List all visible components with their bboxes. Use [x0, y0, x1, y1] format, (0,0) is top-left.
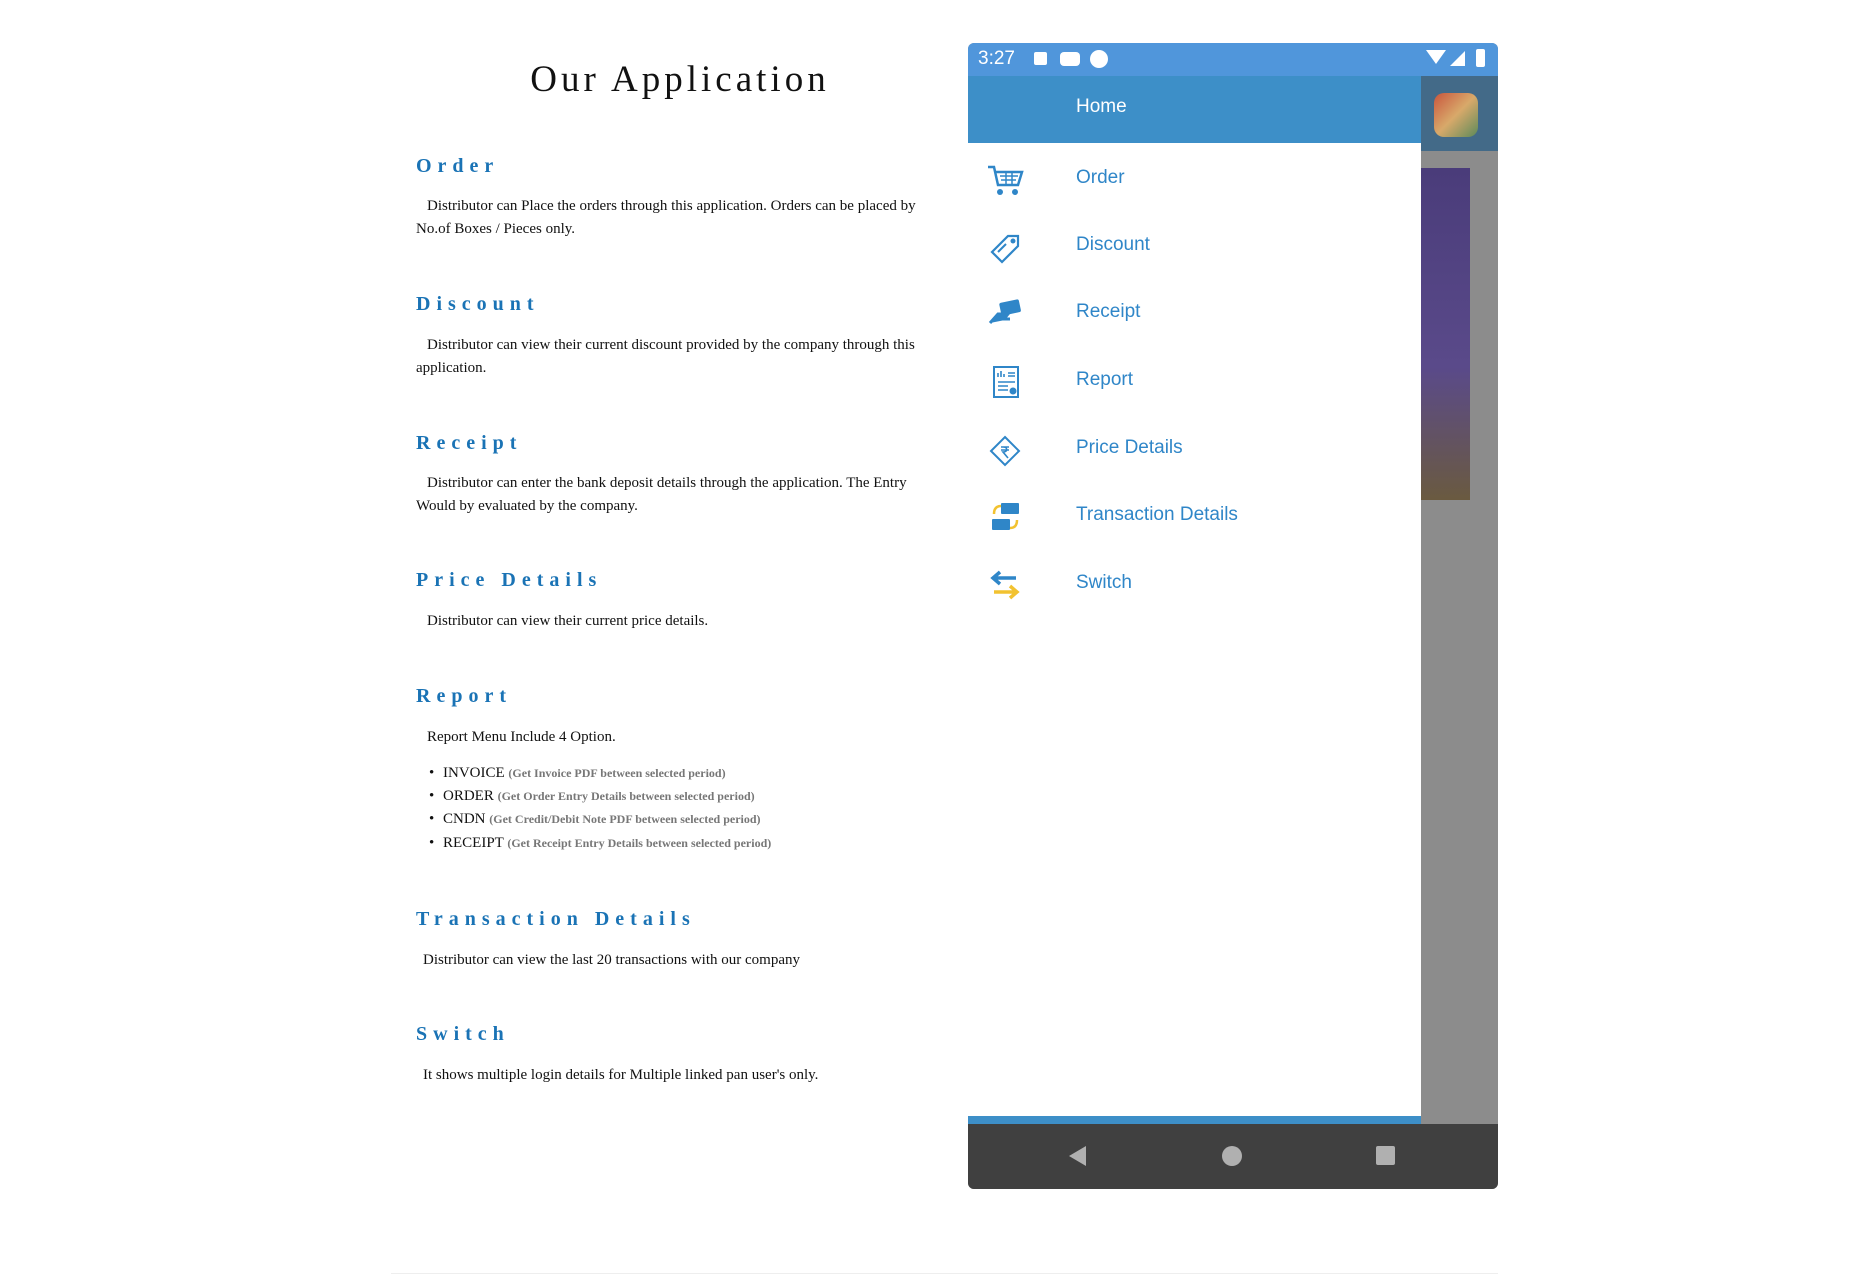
report-icon: [993, 366, 1019, 398]
youtube-icon: [1060, 52, 1080, 66]
drawer-title-home[interactable]: Home: [1076, 96, 1127, 118]
menu-item-receipt[interactable]: Receipt: [968, 285, 1421, 341]
report-option-invoice: INVOICE (Get Invoice PDF between selecte…: [429, 765, 726, 782]
report-option-receipt: RECEIPT (Get Receipt Entry Details betwe…: [429, 835, 772, 852]
menu-label: Receipt: [1076, 301, 1141, 322]
cart-icon: [988, 165, 1024, 195]
status-bar: 3:27: [968, 43, 1498, 76]
menu-item-price-details[interactable]: Price Details: [968, 421, 1421, 477]
section-text-price-details: Distributor can view their current price…: [416, 610, 936, 633]
section-text-receipt: Distributor can enter the bank deposit d…: [416, 472, 936, 518]
section-text-discount: Distributor can view their current disco…: [416, 334, 936, 380]
recents-icon[interactable]: [1376, 1146, 1395, 1165]
option-desc: (Get Receipt Entry Details between selec…: [507, 836, 772, 850]
section-heading-order: Order: [416, 155, 500, 177]
section-heading-discount: Discount: [416, 293, 540, 315]
tag-icon: [990, 234, 1020, 264]
section-heading-receipt: Receipt: [416, 432, 523, 454]
menu-label: Switch: [1076, 572, 1132, 593]
menu-item-transaction-details[interactable]: Transaction Details: [968, 488, 1421, 544]
avatar[interactable]: [1434, 93, 1478, 137]
option-name: ORDER: [443, 788, 494, 804]
option-desc: (Get Credit/Debit Note PDF between selec…: [489, 812, 761, 826]
battery-icon: [1476, 49, 1485, 67]
section-heading-switch: Switch: [416, 1023, 510, 1045]
background-image-dimmed: [1421, 168, 1470, 500]
signal-icon: [1450, 51, 1465, 66]
text-line: Would by evaluated by the company.: [416, 498, 638, 514]
switch-arrows-icon: [990, 570, 1020, 600]
section-text-report: Report Menu Include 4 Option.: [416, 726, 936, 749]
text-line: Distributor can view their current price…: [427, 613, 709, 629]
menu-label: Price Details: [1076, 437, 1183, 458]
text-line: Report Menu Include 4 Option.: [427, 729, 616, 745]
section-heading-report: Report: [416, 685, 512, 707]
menu-label: Discount: [1076, 234, 1150, 255]
menu-label: Transaction Details: [1076, 504, 1238, 525]
status-time: 3:27: [978, 48, 1015, 69]
option-name: CNDN: [443, 811, 486, 827]
menu-item-report[interactable]: Report: [968, 353, 1421, 409]
app-notification-icon: [1090, 50, 1108, 68]
text-line: application.: [416, 360, 487, 376]
text-line: Distributor can view the last 20 transac…: [423, 952, 800, 968]
option-name: RECEIPT: [443, 835, 504, 851]
rupee-tag-icon: [989, 435, 1021, 467]
text-line: It shows multiple login details for Mult…: [423, 1067, 819, 1083]
section-text-switch: It shows multiple login details for Mult…: [412, 1064, 932, 1087]
menu-item-discount[interactable]: Discount: [968, 218, 1421, 274]
payment-hand-icon: [988, 299, 1021, 324]
text-line: Distributor can enter the bank deposit d…: [427, 475, 907, 491]
navigation-drawer: Home Order Discount Receipt Report Price…: [968, 76, 1421, 1157]
report-option-cndn: CNDN (Get Credit/Debit Note PDF between …: [429, 811, 761, 828]
phone-screenshot: 3:27 Home Order Discount Receipt Report: [968, 43, 1498, 1189]
notification-a-icon: [1034, 52, 1047, 65]
menu-label: Order: [1076, 167, 1125, 188]
section-text-order: Distributor can Place the orders through…: [416, 195, 936, 241]
android-nav-bar: [968, 1124, 1498, 1189]
option-name: INVOICE: [443, 765, 505, 781]
back-icon[interactable]: [1069, 1146, 1086, 1166]
text-line: No.of Boxes / Pieces only.: [416, 221, 576, 237]
menu-label: Report: [1076, 369, 1134, 390]
report-option-order: ORDER (Get Order Entry Details between s…: [429, 788, 755, 805]
page-title: Our Application: [530, 59, 830, 100]
menu-item-switch[interactable]: Switch: [968, 556, 1421, 612]
menu-item-order[interactable]: Order: [968, 151, 1421, 207]
home-icon[interactable]: [1222, 1146, 1242, 1166]
option-desc: (Get Invoice PDF between selected period…: [508, 766, 726, 780]
money-exchange-icon: [992, 503, 1019, 530]
option-desc: (Get Order Entry Details between selecte…: [497, 789, 755, 803]
section-text-transaction-details: Distributor can view the last 20 transac…: [412, 949, 932, 972]
wifi-icon: [1426, 50, 1446, 64]
divider: [391, 1273, 1498, 1274]
drawer-header: Home: [968, 76, 1421, 143]
section-heading-transaction-details: Transaction Details: [416, 908, 696, 930]
text-line: Distributor can view their current disco…: [427, 337, 915, 353]
text-line: Distributor can Place the orders through…: [427, 198, 916, 214]
section-heading-price-details: Price Details: [416, 569, 603, 591]
